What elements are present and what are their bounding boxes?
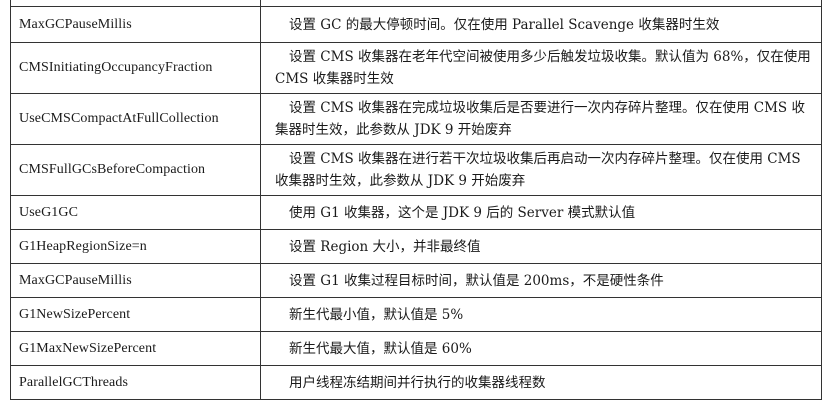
table-row: UseCMSCompactAtFullCollection 设置 CMS 收集器…	[10, 93, 822, 145]
parameter-table-page: MaxGCPauseMillis 设置 GC 的最大停顿时间。仅在使用 Para…	[10, 0, 822, 401]
param-description: 设置 G1 收集过程目标时间，默认值是 200ms，不是硬性条件	[260, 263, 822, 298]
param-description: 使用 G1 收集器，这个是 JDK 9 后的 Server 模式默认值	[260, 195, 822, 230]
param-description: 设置 CMS 收集器在进行若干次垃圾收集后再启动一次内存碎片整理。仅在使用 CM…	[260, 144, 822, 196]
param-name: G1HeapRegionSize=n	[10, 229, 261, 264]
table-row: UseG1GC 使用 G1 收集器，这个是 JDK 9 后的 Server 模式…	[10, 195, 822, 230]
param-description: 设置 GC 的最大停顿时间。仅在使用 Parallel Scavenge 收集器…	[260, 6, 822, 43]
param-name: G1MaxNewSizePercent	[10, 331, 261, 366]
param-name: UseG1GC	[10, 195, 261, 230]
table-row: G1NewSizePercent 新生代最小值，默认值是 5%	[10, 297, 822, 332]
param-name: MaxGCPauseMillis	[10, 6, 261, 43]
param-description: 设置 Region 大小，并非最终值	[260, 229, 822, 264]
param-description: 设置 CMS 收集器在老年代空间被使用多少后触发垃圾收集。默认值为 68%，仅在…	[260, 42, 822, 94]
table-row: MaxGCPauseMillis 设置 G1 收集过程目标时间，默认值是 200…	[10, 263, 822, 298]
param-name: UseCMSCompactAtFullCollection	[10, 93, 261, 145]
table-row: ParallelGCThreads 用户线程冻结期间并行执行的收集器线程数	[10, 365, 822, 400]
param-name: CMSFullGCsBeforeCompaction	[10, 144, 261, 196]
param-description: 用户线程冻结期间并行执行的收集器线程数	[260, 365, 822, 400]
param-description: 新生代最小值，默认值是 5%	[260, 297, 822, 332]
param-description: 设置 CMS 收集器在完成垃圾收集后是否要进行一次内存碎片整理。仅在使用 CMS…	[260, 93, 822, 145]
param-name: G1NewSizePercent	[10, 297, 261, 332]
table-row: G1MaxNewSizePercent 新生代最大值，默认值是 60%	[10, 331, 822, 366]
table-row: G1HeapRegionSize=n 设置 Region 大小，并非最终值	[10, 229, 822, 264]
gc-parameter-table: MaxGCPauseMillis 设置 GC 的最大停顿时间。仅在使用 Para…	[10, 0, 822, 400]
table-row: CMSInitiatingOccupancyFraction 设置 CMS 收集…	[10, 42, 822, 94]
param-description: 新生代最大值，默认值是 60%	[260, 331, 822, 366]
param-name: CMSInitiatingOccupancyFraction	[10, 42, 261, 94]
table-row: CMSFullGCsBeforeCompaction 设置 CMS 收集器在进行…	[10, 144, 822, 196]
param-name: MaxGCPauseMillis	[10, 263, 261, 298]
table-row: MaxGCPauseMillis 设置 GC 的最大停顿时间。仅在使用 Para…	[10, 6, 822, 43]
param-name: ParallelGCThreads	[10, 365, 261, 400]
